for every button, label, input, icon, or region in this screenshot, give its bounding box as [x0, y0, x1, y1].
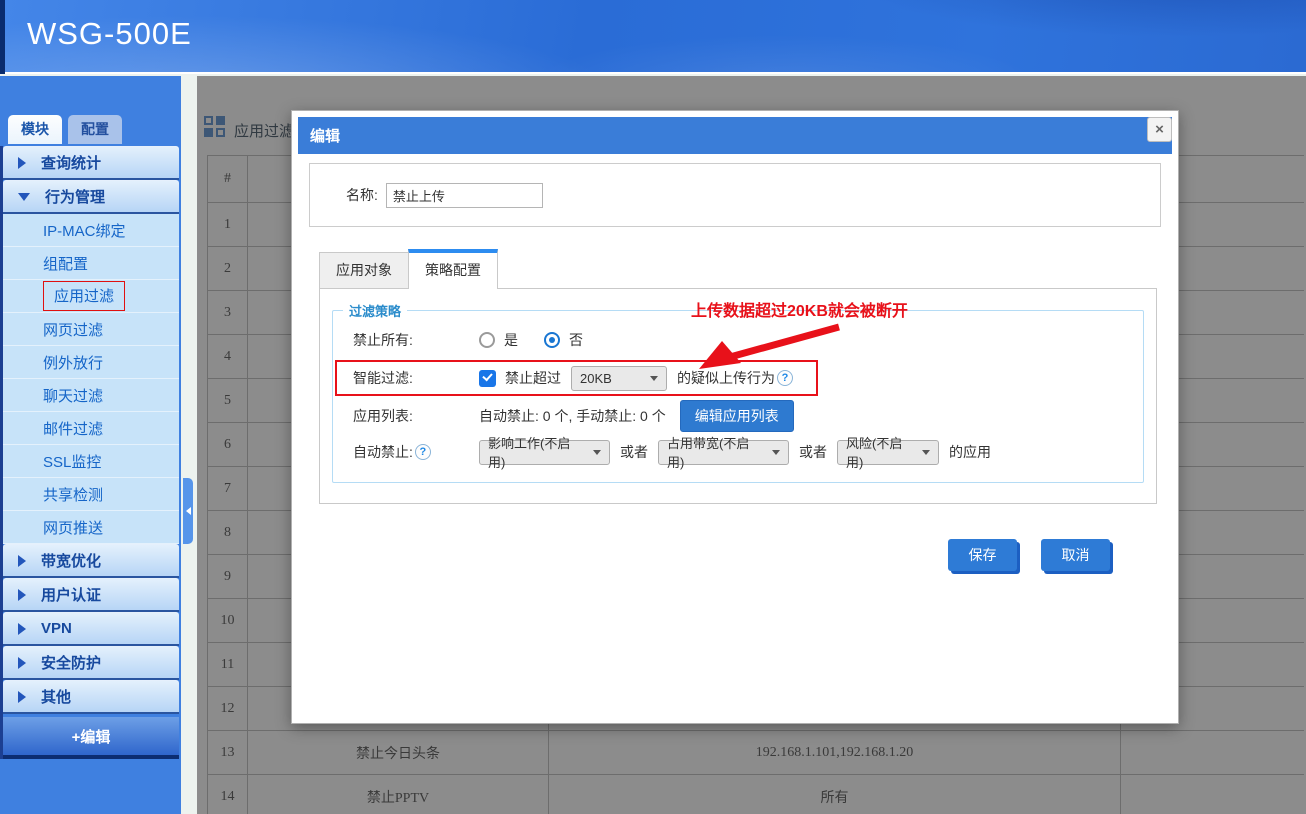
name-field-group: 名称: [309, 163, 1161, 227]
help-icon[interactable]: ? [777, 370, 793, 386]
sidebar-edit-button[interactable]: +编辑 [3, 717, 179, 759]
collapsed-arrow-icon [18, 691, 26, 703]
forbid-over-label: 禁止超过 [505, 368, 561, 388]
screen: WSG-500E 模块 配置 查询统计 行为管理 IP-MAC绑定 组配置 应用… [0, 0, 1306, 814]
sidebar-tabs: 模块 配置 [8, 115, 122, 144]
smart-filter-label: 智能过滤: [353, 368, 479, 388]
affect-work-dropdown[interactable]: 影响工作(不启用) [479, 440, 610, 465]
forbid-all-row: 禁止所有: 是 否 [333, 322, 1143, 358]
collapsed-arrow-icon [18, 157, 26, 169]
save-button[interactable]: 保存 [948, 539, 1017, 571]
chevron-down-icon [593, 450, 601, 455]
active-item-highlight: 应用过滤 [43, 281, 125, 311]
sidebar-item-web-filter[interactable]: 网页过滤 [3, 313, 179, 346]
collapsed-arrow-icon [18, 555, 26, 567]
sidebar-item-app-filter[interactable]: 应用过滤 [3, 280, 179, 313]
red-annotation-text: 上传数据超过20KB就会被断开 [691, 297, 908, 321]
or-label: 或者 [799, 442, 827, 462]
collapsed-arrow-icon [18, 657, 26, 669]
sidebar-group-vpn[interactable]: VPN [3, 612, 179, 646]
name-input[interactable] [386, 183, 543, 208]
sidebar: 模块 配置 查询统计 行为管理 IP-MAC绑定 组配置 应用过滤 网页过滤 例… [0, 76, 181, 814]
help-icon[interactable]: ? [415, 444, 431, 460]
radio-no[interactable] [544, 332, 560, 348]
name-label: 名称: [346, 185, 378, 205]
sidebar-item-ssl-monitor[interactable]: SSL监控 [3, 445, 179, 478]
auto-forbid-label: 自动禁止: ? [353, 442, 479, 462]
collapsed-arrow-icon [18, 589, 26, 601]
forbid-all-label: 禁止所有: [353, 330, 479, 350]
app-list-row: 应用列表: 自动禁止: 0 个, 手动禁止: 0 个 编辑应用列表 [333, 398, 1143, 434]
tab-config[interactable]: 配置 [68, 115, 122, 144]
risk-dropdown[interactable]: 风险(不启用) [837, 440, 939, 465]
sidebar-item-mail-filter[interactable]: 邮件过滤 [3, 412, 179, 445]
dialog-title: 编辑 [310, 125, 340, 146]
edit-app-list-button[interactable]: 编辑应用列表 [680, 400, 794, 432]
dialog-tabs: 应用对象 策略配置 [319, 249, 1157, 289]
close-icon: × [1155, 121, 1164, 138]
chevron-down-icon [922, 450, 930, 455]
bandwidth-usage-dropdown[interactable]: 占用带宽(不启用) [658, 440, 789, 465]
smart-filter-checkbox[interactable] [479, 370, 496, 387]
dialog-titlebar: 编辑 [298, 117, 1172, 154]
collapsed-arrow-icon [18, 623, 26, 635]
banner-left-edge [0, 0, 5, 74]
tab-modules[interactable]: 模块 [8, 115, 62, 144]
smart-filter-row: 智能过滤: 禁止超过 20KB 的疑似上传行为 ? [337, 362, 816, 394]
annotation-highlight-box: 智能过滤: 禁止超过 20KB 的疑似上传行为 ? [335, 360, 818, 396]
sidebar-item-ip-mac-binding[interactable]: IP-MAC绑定 [3, 214, 179, 247]
chevron-down-icon [650, 376, 658, 381]
sidebar-group-user-auth[interactable]: 用户认证 [3, 578, 179, 612]
sidebar-group-bandwidth[interactable]: 带宽优化 [3, 544, 179, 578]
sidebar-item-exception-pass[interactable]: 例外放行 [3, 346, 179, 379]
sidebar-group-query-stats[interactable]: 查询统计 [3, 146, 179, 180]
sidebar-group-security[interactable]: 安全防护 [3, 646, 179, 680]
size-dropdown[interactable]: 20KB [571, 366, 667, 391]
chevron-down-icon [772, 450, 780, 455]
expanded-arrow-icon [18, 193, 30, 201]
sidebar-item-chat-filter[interactable]: 聊天过滤 [3, 379, 179, 412]
sidebar-item-group-config[interactable]: 组配置 [3, 247, 179, 280]
fieldset-legend: 过滤策略 [343, 301, 407, 320]
top-banner: WSG-500E [0, 0, 1306, 74]
sidebar-item-share-detect[interactable]: 共享检测 [3, 478, 179, 511]
auto-forbid-row: 自动禁止: ? 影响工作(不启用) 或者 占用带宽(不启用) 或者 风险(不启用 [333, 434, 1143, 470]
sidebar-group-behavior[interactable]: 行为管理 [3, 180, 179, 214]
radio-no-label: 否 [569, 330, 583, 350]
close-button[interactable]: × [1147, 117, 1172, 142]
app-list-stats: 自动禁止: 0 个, 手动禁止: 0 个 [479, 406, 666, 426]
collapse-left-icon [186, 507, 191, 515]
sidebar-collapse-handle[interactable] [183, 478, 193, 544]
banner-decoration [0, 0, 1306, 72]
tab-app-object[interactable]: 应用对象 [319, 252, 409, 289]
filter-policy-fieldset: 过滤策略 禁止所有: 是 否 智能过滤: 禁止超过 20KB [332, 301, 1144, 483]
sidebar-menu: 查询统计 行为管理 IP-MAC绑定 组配置 应用过滤 网页过滤 例外放行 聊天… [0, 146, 179, 759]
app-list-label: 应用列表: [353, 406, 479, 426]
apps-suffix-label: 的应用 [949, 442, 991, 462]
sidebar-item-web-push[interactable]: 网页推送 [3, 511, 179, 544]
cancel-button[interactable]: 取消 [1041, 539, 1110, 571]
tab-policy-config[interactable]: 策略配置 [408, 249, 498, 289]
product-title: WSG-500E [27, 16, 192, 52]
radio-yes[interactable] [479, 332, 495, 348]
sidebar-group-other[interactable]: 其他 [3, 680, 179, 714]
suspect-upload-label: 的疑似上传行为 [677, 368, 775, 388]
or-label: 或者 [620, 442, 648, 462]
radio-yes-label: 是 [504, 330, 518, 350]
edit-dialog: 编辑 × 名称: 应用对象 策略配置 过滤策略 禁止所有: 是 否 [291, 110, 1179, 724]
